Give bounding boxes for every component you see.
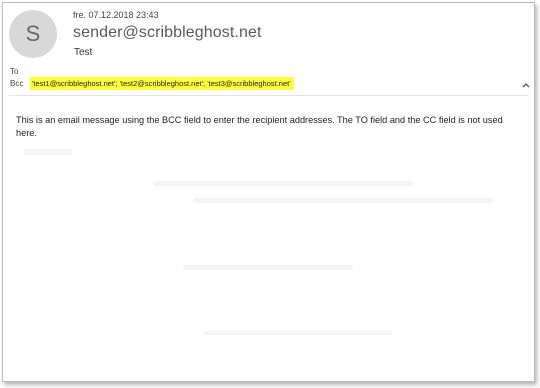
message-subject: Test (74, 47, 93, 58)
email-reading-pane: S fre. 07.12.2018 23:43 sender@scribbleg… (2, 2, 535, 382)
ghost-artifact (23, 149, 73, 155)
ghost-artifact (193, 198, 493, 203)
chevron-up-icon[interactable] (521, 80, 531, 90)
sender-address[interactable]: sender@scribbleghost.net (73, 24, 262, 42)
to-label: To (10, 67, 19, 76)
ghost-artifact (183, 265, 353, 270)
ghost-artifact (203, 331, 393, 335)
header-divider (9, 95, 528, 96)
message-body: This is an email message using the BCC f… (16, 115, 503, 138)
ghost-artifact (153, 181, 413, 186)
bcc-label: Bcc (10, 79, 24, 88)
avatar-initial: S (25, 21, 41, 46)
message-date: fre. 07.12.2018 23:43 (73, 10, 159, 20)
sender-avatar[interactable]: S (9, 10, 57, 58)
bcc-recipients[interactable]: 'test1@scribbleghost.net'; 'test2@scribb… (30, 77, 294, 90)
